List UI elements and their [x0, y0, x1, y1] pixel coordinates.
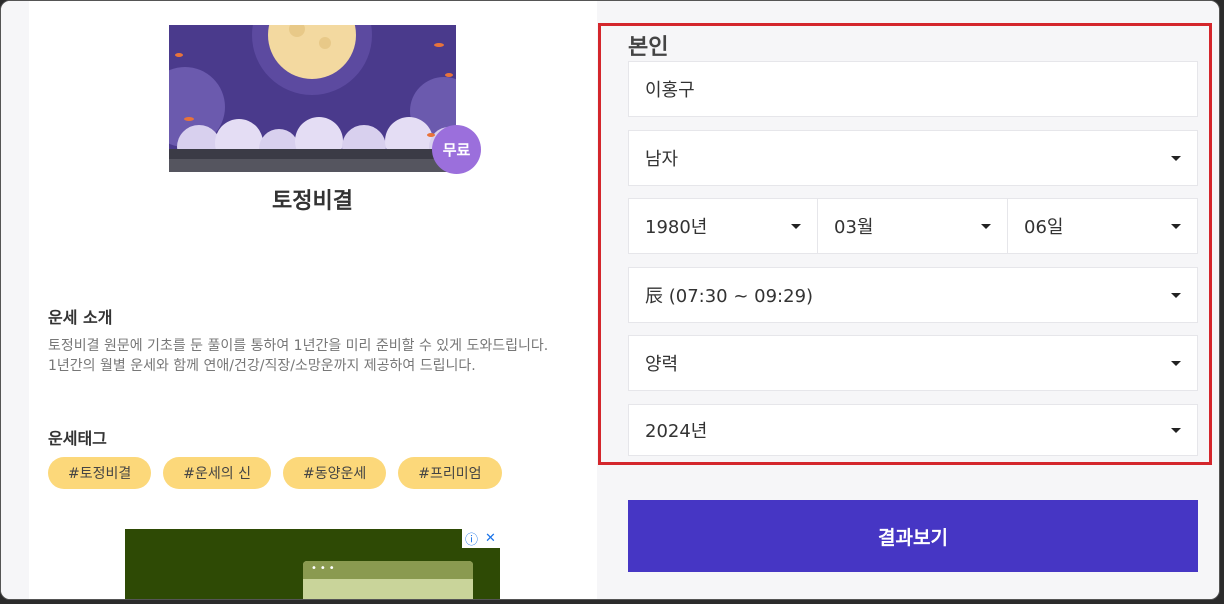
- left-gutter: [1, 1, 29, 599]
- tag-list: #토정비결 #운세의 신 #동양운세 #프리미엄: [48, 457, 502, 489]
- ad-close-icon[interactable]: ✕: [481, 529, 500, 548]
- tag-item[interactable]: #토정비결: [48, 457, 152, 489]
- caret-down-icon: [1171, 360, 1181, 366]
- tag-item[interactable]: #운세의 신: [163, 457, 271, 489]
- caret-down-icon: [1171, 155, 1181, 161]
- caret-down-icon: [1171, 292, 1181, 298]
- birth-year-select[interactable]: 1980년: [628, 198, 818, 254]
- calendar-type-select[interactable]: 양력: [628, 335, 1198, 391]
- form-heading: 본인: [628, 35, 669, 60]
- target-year-value: 2024년: [645, 421, 708, 442]
- free-badge: 무료: [432, 125, 481, 174]
- ad-info-icon[interactable]: ⓘ: [462, 529, 481, 548]
- intro-text: 토정비결 원문에 기초를 둔 풀이를 통하여 1년간을 미리 준비할 수 있게 …: [48, 336, 578, 376]
- gender-select-value: 남자: [645, 149, 679, 170]
- tag-item[interactable]: #프리미엄: [398, 457, 502, 489]
- birth-hour-select[interactable]: 辰 (07:30 ~ 09:29): [628, 267, 1198, 323]
- app-frame: 무료 토정비결 운세 소개 토정비결 원문에 기초를 둔 풀이를 통하여 1년간…: [0, 0, 1220, 600]
- birth-month-select[interactable]: 03월: [817, 198, 1008, 254]
- name-input[interactable]: 이홍구: [628, 61, 1198, 117]
- gender-select[interactable]: 남자: [628, 130, 1198, 186]
- birth-hour-value: 辰 (07:30 ~ 09:29): [645, 286, 814, 307]
- ad-window-graphic: •••: [303, 561, 473, 599]
- product-title: 토정비결: [272, 189, 353, 214]
- ad-banner[interactable]: ••• ⓘ ✕: [125, 529, 500, 599]
- tags-heading: 운세태그: [48, 429, 107, 448]
- caret-down-icon: [1171, 427, 1181, 433]
- view-result-button[interactable]: 결과보기: [628, 500, 1198, 572]
- calendar-type-value: 양력: [645, 354, 679, 375]
- caret-down-icon: [791, 223, 801, 229]
- ad-controls: ⓘ ✕: [462, 529, 500, 548]
- birth-day-value: 06일: [1024, 217, 1064, 238]
- birth-month-value: 03월: [834, 217, 874, 238]
- intro-heading: 운세 소개: [48, 308, 113, 327]
- intro-line-2: 1년간의 월별 운세와 함께 연애/건강/직장/소망운까지 제공하여 드립니다.: [48, 358, 476, 374]
- product-illustration: [169, 25, 456, 172]
- tag-item[interactable]: #동양운세: [282, 457, 387, 489]
- birth-year-value: 1980년: [645, 217, 708, 238]
- target-year-select[interactable]: 2024년: [628, 404, 1198, 456]
- intro-line-1: 토정비결 원문에 기초를 둔 풀이를 통하여 1년간을 미리 준비할 수 있게 …: [48, 338, 549, 354]
- birth-day-select[interactable]: 06일: [1007, 198, 1198, 254]
- ad-window-bar: •••: [303, 561, 473, 579]
- caret-down-icon: [981, 223, 991, 229]
- name-input-value: 이홍구: [645, 80, 695, 101]
- caret-down-icon: [1171, 223, 1181, 229]
